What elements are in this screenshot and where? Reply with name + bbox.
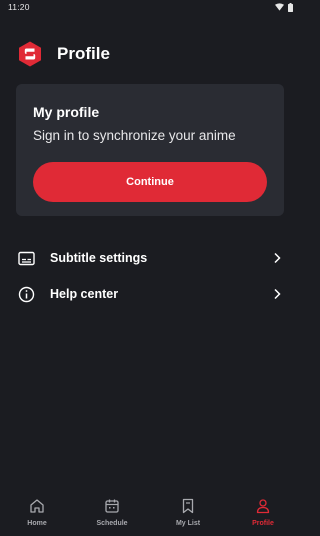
status-time: 11:20 [8, 2, 30, 12]
wifi-icon [275, 3, 284, 11]
menu-item-help-center[interactable]: Help center [0, 276, 301, 312]
status-icons [275, 2, 293, 12]
info-icon [18, 286, 35, 302]
home-icon [30, 499, 44, 513]
nav-label: Profile [252, 520, 274, 527]
status-bar: 11:20 [0, 0, 301, 14]
battery-icon [288, 2, 293, 12]
menu-item-subtitle-settings[interactable]: Subtitle settings [0, 240, 301, 276]
nav-my-list[interactable]: My List [158, 488, 218, 536]
nav-label: My List [175, 520, 201, 527]
page-header: Profile [17, 40, 110, 68]
menu-item-label: Help center [50, 287, 119, 301]
nav-profile[interactable]: Profile [233, 488, 293, 536]
page-title: Profile [57, 44, 110, 63]
profile-card: My profile Sign in to synchronize your a… [16, 84, 284, 216]
app-logo-icon [19, 41, 41, 67]
nav-home[interactable]: Home [7, 488, 67, 536]
bottom-nav: Home Schedule My List Profile [0, 488, 301, 536]
menu-item-label: Subtitle settings [50, 251, 148, 265]
subtitles-icon [18, 251, 35, 265]
continue-button[interactable]: Continue [33, 162, 267, 202]
nav-label: Home [27, 520, 47, 527]
nav-label: Schedule [96, 520, 128, 527]
card-title: My profile [33, 104, 100, 120]
chevron-right-icon [274, 288, 281, 300]
bookmark-icon [182, 498, 194, 514]
chevron-right-icon [274, 252, 281, 264]
card-subtitle: Sign in to synchronize your anime [33, 128, 236, 143]
person-icon [256, 499, 270, 514]
calendar-icon [105, 499, 119, 513]
nav-schedule[interactable]: Schedule [82, 488, 142, 536]
